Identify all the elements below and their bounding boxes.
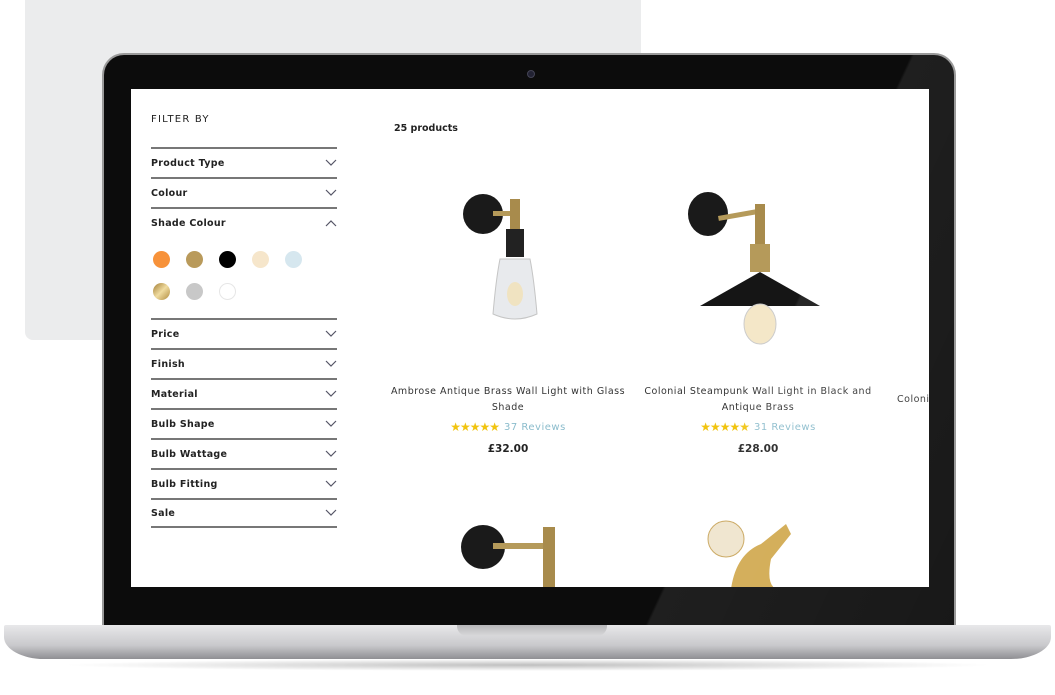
colour-swatch[interactable]: [219, 283, 236, 300]
chevron-down-icon: [325, 360, 337, 367]
laptop-screen: FILTER BY Product Type Colour Shade Colour…: [131, 89, 929, 587]
filter-colour[interactable]: Colour: [151, 177, 337, 207]
laptop-notch: [457, 625, 607, 636]
product-price: £32.00: [487, 443, 529, 455]
chevron-down-icon: [325, 450, 337, 457]
filter-label: Material: [151, 388, 198, 400]
colour-swatch[interactable]: [252, 251, 269, 268]
product-rating: ★★★★★ 31 Reviews: [638, 420, 878, 434]
filter-label: Bulb Shape: [151, 418, 215, 430]
product-name[interactable]: Coloni: [897, 392, 929, 408]
laptop-shadow: [60, 659, 995, 671]
product-card[interactable]: Colonial Steampunk Wall Light in Black a…: [638, 184, 878, 455]
product-image: [463, 194, 538, 320]
colour-swatch[interactable]: [153, 283, 170, 300]
colour-swatch[interactable]: [186, 251, 203, 268]
star-icons: ★★★★★: [700, 420, 750, 434]
colour-swatch[interactable]: [219, 251, 236, 268]
colour-swatch[interactable]: [153, 251, 170, 268]
filter-product-type[interactable]: Product Type: [151, 147, 337, 177]
filter-bulb-wattage[interactable]: Bulb Wattage: [151, 438, 337, 468]
filter-title: FILTER BY: [151, 114, 210, 125]
chevron-down-icon: [325, 480, 337, 487]
filter-label: Sale: [151, 507, 176, 519]
product-image: [707, 520, 791, 587]
product-image: [688, 192, 820, 345]
filter-bulb-fitting[interactable]: Bulb Fitting: [151, 468, 337, 498]
product-card[interactable]: Ambrose Antique Brass Wall Light with Gl…: [388, 184, 628, 455]
filter-label: Bulb Wattage: [151, 448, 228, 460]
colour-swatch[interactable]: [285, 251, 302, 268]
chevron-down-icon: [325, 189, 337, 196]
chevron-down-icon: [325, 159, 337, 166]
shade-colour-swatches: [151, 237, 337, 318]
product-image: [461, 525, 555, 587]
reviews-link[interactable]: 31 Reviews: [754, 422, 816, 433]
laptop-lid: FILTER BY Product Type Colour Shade Colour…: [102, 53, 956, 628]
filter-bulb-shape[interactable]: Bulb Shape: [151, 408, 337, 438]
filter-label: Price: [151, 328, 180, 340]
product-count: 25 products: [394, 123, 458, 134]
filter-label: Product Type: [151, 157, 225, 169]
filter-finish[interactable]: Finish: [151, 348, 337, 378]
filter-shade-colour[interactable]: Shade Colour: [151, 207, 337, 237]
chevron-up-icon: [325, 220, 337, 227]
chevron-down-icon: [325, 390, 337, 397]
colour-swatch[interactable]: [186, 283, 203, 300]
chevron-down-icon: [325, 330, 337, 337]
camera-icon: [527, 70, 535, 78]
filter-sale[interactable]: Sale: [151, 498, 337, 528]
product-rating: ★★★★★ 37 Reviews: [388, 420, 628, 434]
filter-label: Finish: [151, 358, 185, 370]
filter-material[interactable]: Material: [151, 378, 337, 408]
star-icons: ★★★★★: [450, 420, 500, 434]
reviews-link[interactable]: 37 Reviews: [504, 422, 566, 433]
laptop-base: [4, 625, 1051, 659]
filter-label: Shade Colour: [151, 217, 226, 229]
filter-price[interactable]: Price: [151, 318, 337, 348]
product-name[interactable]: Colonial Steampunk Wall Light in Black a…: [638, 384, 878, 416]
filter-label: Colour: [151, 187, 188, 199]
product-name[interactable]: Ambrose Antique Brass Wall Light with Gl…: [388, 384, 628, 416]
chevron-down-icon: [325, 509, 337, 516]
filter-label: Bulb Fitting: [151, 478, 218, 490]
filter-sidebar: FILTER BY Product Type Colour Shade Colour…: [151, 89, 337, 528]
product-price: £28.00: [737, 443, 779, 455]
chevron-down-icon: [325, 420, 337, 427]
